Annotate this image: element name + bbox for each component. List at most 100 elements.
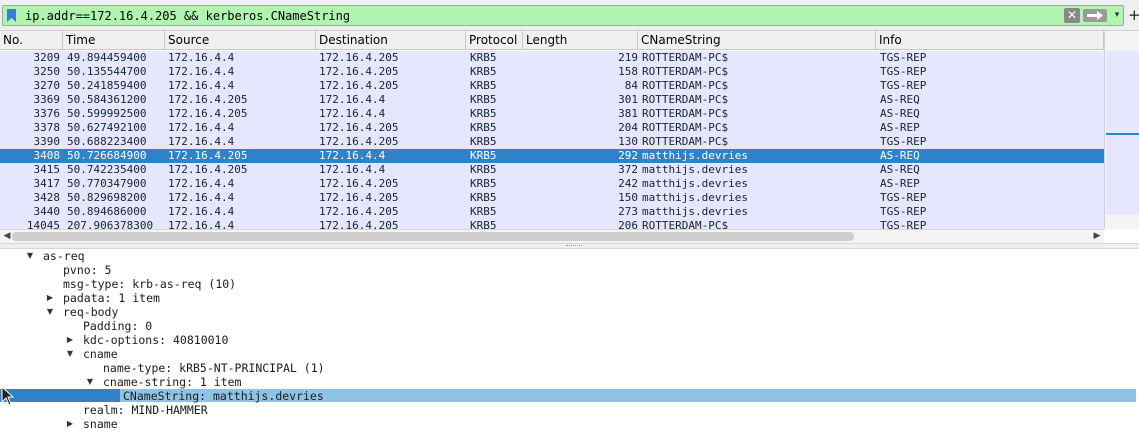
packet-row[interactable]: 3209 49.894459400 172.16.4.4 172.16.4.205 KR… [0,51,1104,65]
cell-destination: 172.16.4.205 [319,191,399,204]
cell-cnamestring: ROTTERDAM-PC$ [642,79,729,92]
filter-expression[interactable]: ip.addr==172.16.4.205 && kerberos.CNameS… [25,9,350,23]
expand-arrow-right-icon[interactable]: ▶ [65,417,75,431]
packet-row[interactable]: 3369 50.584361200 172.16.4.205 172.16.4.4 KR… [0,93,1104,107]
tree-item[interactable]: realm: MIND-HAMMER [83,403,208,417]
expand-arrow-down-icon[interactable]: ▼ [45,305,55,319]
cell-length: 242 [618,177,638,190]
cell-cnamestring: ROTTERDAM-PC$ [642,107,729,120]
cell-protocol: KRB5 [470,219,497,229]
packet-minimap[interactable] [1106,51,1139,215]
column-header-cnamestring[interactable]: CNameString [638,31,876,50]
cell-time: 49.894459400 [67,51,147,64]
packet-row[interactable]: 3270 50.241859400 172.16.4.4 172.16.4.205 KR… [0,79,1104,93]
cell-time: 50.241859400 [67,79,147,92]
tree-item[interactable]: Padding: 0 [83,319,152,333]
cell-source: 172.16.4.4 [168,121,235,134]
packet-row[interactable]: 14045 207.906378300 172.16.4.4 172.16.4.205… [0,219,1104,229]
cell-length: 158 [618,65,638,78]
cell-length: 150 [618,191,638,204]
cell-destination: 172.16.4.4 [319,163,386,176]
expand-arrow-down-icon[interactable]: ▼ [85,375,95,389]
tree-item[interactable]: cname [83,347,118,361]
cell-time: 50.135544700 [67,65,147,78]
tree-item[interactable]: req-body [63,305,118,319]
tree-item[interactable]: pvno: 5 [63,263,111,277]
tree-item[interactable]: padata: 1 item [63,291,160,305]
packet-row[interactable]: 3250 50.135544700 172.16.4.4 172.16.4.205 KR… [0,65,1104,79]
cell-time: 50.688223400 [67,135,147,148]
column-header-time[interactable]: Time [63,31,165,50]
cell-destination: 172.16.4.4 [319,149,386,162]
arrow-right-icon[interactable] [1083,9,1107,22]
packet-list-hscrollbar[interactable]: ◀ ▶ [0,229,1104,243]
cell-protocol: KRB5 [470,51,497,64]
packet-row[interactable]: 3440 50.894686000 172.16.4.4 172.16.4.205 KR… [0,205,1104,219]
cell-source: 172.16.4.4 [168,65,235,78]
column-header-destination[interactable]: Destination [316,31,466,50]
selected-field-marker [0,389,120,402]
cell-info: AS-REP [880,177,920,190]
cell-no: 3408 [33,149,61,162]
cell-length: 204 [618,121,638,134]
cell-source: 172.16.4.4 [168,51,235,64]
selected-tree-item[interactable]: CNameString: matthijs.devries [123,389,324,403]
cell-source: 172.16.4.205 [168,93,248,106]
packet-list-scrollbar[interactable] [1104,31,1139,229]
packet-row[interactable]: 3408 50.726684900 172.16.4.205 172.16.4.4 KR… [0,149,1104,163]
cell-time: 50.829698200 [67,191,147,204]
packet-row[interactable]: 3376 50.599992500 172.16.4.205 172.16.4.4 KR… [0,107,1104,121]
column-header-source[interactable]: Source [165,31,316,50]
display-filter-input[interactable]: ip.addr==172.16.4.205 && kerberos.CNameS… [2,5,1124,26]
cell-info: TGS-REP [880,51,927,64]
packet-list-header: No. Time Source Destination Protocol Len… [0,31,1104,50]
column-header-no[interactable]: No. [0,31,63,50]
tree-item[interactable]: sname [83,417,118,431]
cell-cnamestring: matthijs.devries [642,163,748,176]
cell-cnamestring: ROTTERDAM-PC$ [642,219,729,229]
cell-info: TGS-REP [880,79,927,92]
scroll-left-icon[interactable]: ◀ [2,230,12,243]
expand-arrow-right-icon[interactable]: ▶ [45,291,55,305]
tree-item[interactable]: name-type: kRB5-NT-PRINCIPAL (1) [103,361,325,375]
cell-info: AS-REQ [880,107,920,120]
cell-no: 3417 [33,177,61,190]
tree-item[interactable]: as-req [43,249,85,263]
cell-protocol: KRB5 [470,107,497,120]
splitter-grip-icon[interactable] [566,245,582,247]
clear-filter-icon[interactable]: ✕ [1064,8,1080,23]
cell-source: 172.16.4.4 [168,79,235,92]
tree-item[interactable]: cname-string: 1 item [103,375,241,389]
cell-protocol: KRB5 [470,149,497,162]
cell-source: 172.16.4.4 [168,177,235,190]
cell-protocol: KRB5 [470,65,497,78]
cell-length: 206 [618,219,638,229]
packet-row[interactable]: 3428 50.829698200 172.16.4.4 172.16.4.205 KR… [0,191,1104,205]
scroll-right-icon[interactable]: ▶ [1092,230,1102,243]
cell-length: 292 [618,149,638,162]
expand-arrow-right-icon[interactable]: ▶ [65,333,75,347]
filter-history-dropdown-icon[interactable]: ▾ [1111,8,1123,23]
cell-time: 50.894686000 [67,205,147,218]
cell-cnamestring: matthijs.devries [642,205,748,218]
tree-item[interactable]: kdc-options: 40810010 [83,333,228,347]
add-filter-button-icon[interactable]: + [1128,7,1139,23]
expand-arrow-down-icon[interactable]: ▼ [25,249,35,263]
column-header-protocol[interactable]: Protocol [466,31,523,50]
column-header-length[interactable]: Length [523,31,638,50]
cell-source: 172.16.4.4 [168,135,235,148]
packet-row[interactable]: 3417 50.770347900 172.16.4.4 172.16.4.205 KR… [0,177,1104,191]
minimap-selected-marker [1106,133,1139,135]
cell-destination: 172.16.4.205 [319,205,399,218]
tree-item[interactable]: msg-type: krb-as-req (10) [63,277,236,291]
expand-arrow-down-icon[interactable]: ▼ [65,347,75,361]
column-header-info[interactable]: Info [876,31,1104,50]
bookmark-icon[interactable] [7,9,16,22]
cell-destination: 172.16.4.205 [319,177,399,190]
cell-protocol: KRB5 [470,79,497,92]
packet-row[interactable]: 3415 50.742235400 172.16.4.205 172.16.4.4 KR… [0,163,1104,177]
hscroll-thumb[interactable] [12,232,854,241]
packet-row[interactable]: 3378 50.627492100 172.16.4.4 172.16.4.205 KR… [0,121,1104,135]
cell-info: TGS-REP [880,191,927,204]
packet-row[interactable]: 3390 50.688223400 172.16.4.4 172.16.4.205 KR… [0,135,1104,149]
